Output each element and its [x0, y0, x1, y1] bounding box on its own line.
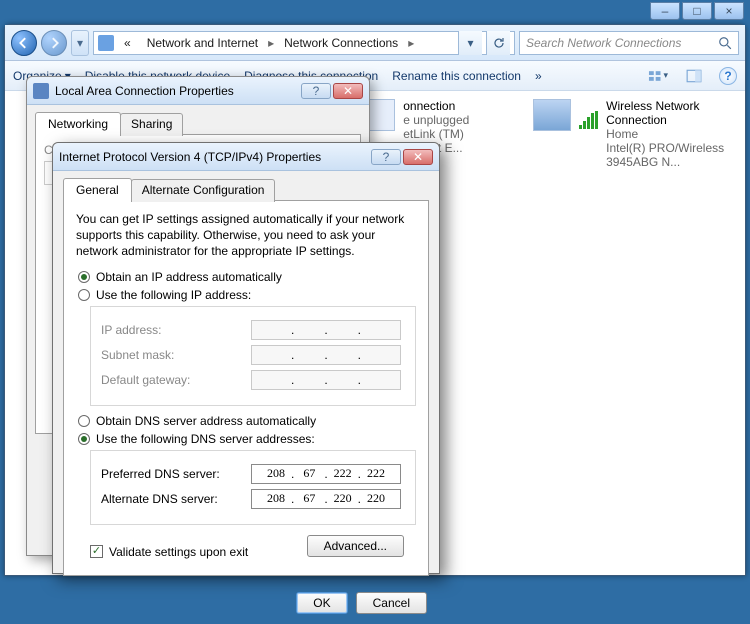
info-text: You can get IP settings assigned automat…: [76, 211, 416, 260]
tab-sharing[interactable]: Sharing: [120, 113, 183, 136]
advanced-button[interactable]: Advanced...: [307, 535, 404, 557]
breadcrumb-item[interactable]: Network Connections: [278, 36, 404, 50]
navigation-bar: ▾ « Network and Internet ▸ Network Conne…: [5, 25, 745, 61]
minimize-icon: –: [662, 4, 669, 18]
back-button[interactable]: [11, 30, 37, 56]
close-icon: ×: [725, 4, 732, 18]
gateway-label: Default gateway:: [101, 373, 251, 387]
window-close-button[interactable]: ×: [714, 2, 744, 20]
dialog-close-button[interactable]: ✕: [403, 149, 433, 165]
radio-dns-auto[interactable]: Obtain DNS server address automatically: [78, 414, 416, 428]
connection-adapter: Intel(R) PRO/Wireless 3945ABG N...: [606, 141, 733, 169]
maximize-icon: □: [693, 4, 700, 18]
subnet-mask-input: ...: [251, 345, 401, 365]
tab-alternate-configuration[interactable]: Alternate Configuration: [131, 179, 276, 202]
chevron-down-icon: ▾: [663, 70, 668, 81]
preferred-dns-label: Preferred DNS server:: [101, 467, 251, 481]
window-maximize-button[interactable]: □: [682, 2, 712, 20]
radio-icon: [78, 433, 90, 445]
radio-ip-auto[interactable]: Obtain an IP address automatically: [78, 270, 416, 284]
alternate-dns-input[interactable]: 208. 67. 220. 220: [251, 489, 401, 509]
window-minimize-button[interactable]: –: [650, 2, 680, 20]
dialog-icon: [33, 83, 49, 99]
general-tab-page: You can get IP settings assigned automat…: [63, 200, 429, 576]
chevron-right-icon[interactable]: ▸: [268, 36, 274, 50]
address-bar[interactable]: « Network and Internet ▸ Network Connect…: [93, 31, 515, 55]
radio-dns-manual[interactable]: Use the following DNS server addresses:: [78, 432, 416, 446]
ip-address-label: IP address:: [101, 323, 251, 337]
recent-locations-button[interactable]: ▾: [71, 30, 89, 56]
radio-label: Use the following DNS server addresses:: [96, 432, 315, 446]
ipv4-properties-dialog: Internet Protocol Version 4 (TCP/IPv4) P…: [52, 142, 440, 574]
breadcrumb-prefix[interactable]: «: [118, 36, 137, 50]
connection-item-wifi[interactable]: Wireless Network Connection Home Intel(R…: [533, 99, 733, 567]
more-commands-button[interactable]: »: [535, 69, 542, 83]
rename-button[interactable]: Rename this connection: [392, 69, 521, 83]
checkbox-label: Validate settings upon exit: [109, 545, 248, 559]
gateway-input: ...: [251, 370, 401, 390]
dialog-help-button[interactable]: ?: [301, 83, 331, 99]
radio-icon: [78, 271, 90, 283]
network-adapter-icon: [367, 99, 395, 131]
checkbox-icon: [90, 545, 103, 558]
search-placeholder: Search Network Connections: [526, 36, 681, 50]
radio-icon: [78, 415, 90, 427]
radio-icon: [78, 289, 90, 301]
search-input[interactable]: Search Network Connections: [519, 31, 739, 55]
dialog-help-button[interactable]: ?: [371, 149, 401, 165]
address-dropdown-button[interactable]: ▾: [458, 31, 482, 55]
dialog-titlebar[interactable]: Local Area Connection Properties ? ✕: [27, 77, 369, 105]
help-button[interactable]: ?: [719, 67, 737, 85]
ok-button[interactable]: OK: [296, 592, 347, 614]
search-icon: [718, 36, 732, 50]
preferred-dns-input[interactable]: 208. 67. 222. 222: [251, 464, 401, 484]
dialog-close-button[interactable]: ✕: [333, 83, 363, 99]
connection-title: Wireless Network Connection: [606, 99, 733, 127]
monitor-icon: [533, 99, 571, 131]
connection-status: Home: [606, 127, 733, 141]
tab-general[interactable]: General: [63, 178, 132, 201]
location-icon: [98, 35, 114, 51]
dns-group: Preferred DNS server: 208. 67. 222. 222 …: [90, 450, 416, 525]
chevron-right-icon[interactable]: ▸: [408, 36, 414, 50]
signal-strength-icon: [579, 111, 598, 129]
forward-button[interactable]: [41, 30, 67, 56]
refresh-button[interactable]: [486, 31, 510, 55]
breadcrumb-item[interactable]: Network and Internet: [141, 36, 264, 50]
tab-networking[interactable]: Networking: [35, 112, 121, 135]
radio-label: Use the following IP address:: [96, 288, 251, 302]
ip-address-input: ...: [251, 320, 401, 340]
radio-label: Obtain an IP address automatically: [96, 270, 282, 284]
dialog-title: Internet Protocol Version 4 (TCP/IPv4) P…: [59, 150, 321, 164]
connection-title: onnection: [403, 99, 493, 113]
subnet-mask-label: Subnet mask:: [101, 348, 251, 362]
dialog-title: Local Area Connection Properties: [55, 84, 234, 98]
dialog-titlebar[interactable]: Internet Protocol Version 4 (TCP/IPv4) P…: [53, 143, 439, 171]
connection-status: e unplugged: [403, 113, 493, 127]
view-options-button[interactable]: ▾: [647, 65, 669, 87]
ip-address-group: IP address: ... Subnet mask: ... Default…: [90, 306, 416, 406]
alternate-dns-label: Alternate DNS server:: [101, 492, 251, 506]
validate-checkbox[interactable]: Validate settings upon exit: [90, 545, 248, 559]
preview-pane-button[interactable]: [683, 65, 705, 87]
radio-label: Obtain DNS server address automatically: [96, 414, 316, 428]
cancel-button[interactable]: Cancel: [356, 592, 427, 614]
radio-ip-manual[interactable]: Use the following IP address:: [78, 288, 416, 302]
